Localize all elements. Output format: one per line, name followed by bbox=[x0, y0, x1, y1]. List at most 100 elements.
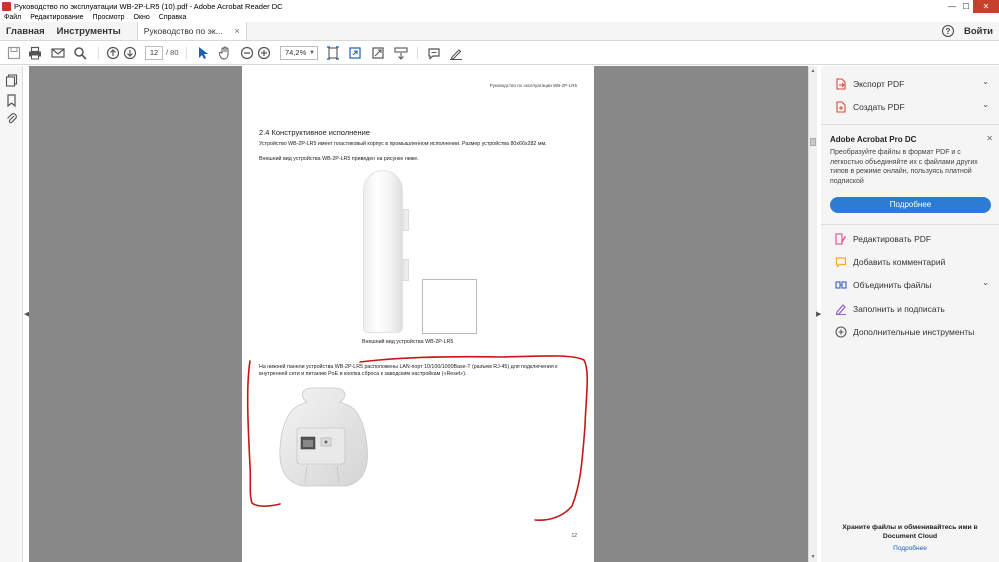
maximize-button[interactable]: ☐ bbox=[959, 0, 973, 13]
menu-help[interactable]: Справка bbox=[155, 14, 191, 21]
window-title: Руководство по эксплуатации WB-2P-LR5 (1… bbox=[14, 2, 283, 11]
document-cloud-text: Храните файлы и обменивайтесь ими в Docu… bbox=[821, 524, 999, 541]
cloud-text-line1: Храните файлы и обменивайтесь ими в bbox=[842, 524, 978, 531]
page-number-input[interactable]: 12 bbox=[145, 46, 163, 60]
minimize-button[interactable]: — bbox=[945, 0, 959, 13]
tool-create-pdf-label: Создать PDF bbox=[853, 102, 905, 112]
page-thumbnails-icon[interactable] bbox=[5, 74, 18, 87]
zoom-in-icon[interactable] bbox=[256, 45, 272, 61]
tool-edit-pdf-label: Редактировать PDF bbox=[853, 234, 932, 244]
device-mount-top bbox=[403, 209, 409, 231]
pane-divider bbox=[821, 124, 999, 125]
create-pdf-icon bbox=[835, 101, 847, 113]
sign-icon bbox=[835, 303, 847, 315]
tools-pane: Экспорт PDF ⌄ Создать PDF ⌄ Adobe Acroba… bbox=[821, 66, 999, 562]
chevron-down-icon: ▼ bbox=[309, 50, 315, 56]
device-front-image bbox=[363, 170, 409, 333]
paragraph-size: Устройство WB-2P-LR5 имеет пластиковый к… bbox=[259, 141, 547, 147]
zoom-out-icon[interactable] bbox=[239, 45, 255, 61]
select-cursor-icon[interactable] bbox=[195, 45, 211, 61]
tool-export-pdf[interactable]: Экспорт PDF bbox=[835, 78, 904, 90]
page-number: 12 bbox=[571, 533, 577, 539]
fullscreen-icon[interactable] bbox=[370, 45, 386, 61]
toolbar: 12 / 80 74,2% ▼ bbox=[0, 41, 999, 65]
tool-fill-sign[interactable]: Заполнить и подписать bbox=[835, 303, 945, 315]
tab-home[interactable]: Главная bbox=[0, 22, 51, 40]
toolbar-divider bbox=[417, 47, 418, 59]
cloud-text-line2: Document Cloud bbox=[882, 532, 938, 540]
more-tools-icon bbox=[835, 326, 847, 338]
promo-close-icon[interactable]: ✕ bbox=[986, 134, 993, 143]
section-title: 2.4 Конструктивное исполнение bbox=[259, 128, 370, 137]
menu-bar: Файл Редактирование Просмотр Окно Справк… bbox=[0, 13, 999, 22]
left-navigation-pane bbox=[0, 66, 23, 562]
comment-tool-icon[interactable] bbox=[426, 45, 442, 61]
promo-title: Adobe Acrobat Pro DC bbox=[830, 135, 917, 144]
promo-text: Преобразуйте файлы в формат PDF и с легк… bbox=[830, 149, 978, 185]
toolbar-divider bbox=[98, 47, 99, 59]
paragraph-appearance: Внешний вид устройства WB-2P-LR5 приведе… bbox=[259, 156, 419, 162]
tab-document[interactable]: Руководство по эк... × bbox=[136, 22, 247, 40]
email-icon[interactable] bbox=[50, 45, 66, 61]
draw-tool-icon[interactable] bbox=[448, 45, 464, 61]
save-icon[interactable] bbox=[6, 45, 22, 61]
export-pdf-icon bbox=[835, 78, 847, 90]
tool-more-tools[interactable]: Дополнительные инструменты bbox=[835, 326, 974, 338]
image-placeholder bbox=[422, 279, 477, 334]
tool-more-tools-label: Дополнительные инструменты bbox=[853, 327, 975, 337]
tool-create-pdf[interactable]: Создать PDF bbox=[835, 101, 905, 113]
zoom-value: 74,2% bbox=[285, 48, 307, 57]
menu-view[interactable]: Просмотр bbox=[89, 14, 130, 21]
fit-page-icon[interactable] bbox=[325, 45, 341, 61]
comment-icon bbox=[835, 256, 847, 268]
promo-learn-more-button[interactable]: Подробнее bbox=[830, 197, 991, 213]
close-tab-icon[interactable]: × bbox=[235, 26, 240, 36]
rotate-view-icon[interactable] bbox=[347, 45, 363, 61]
scroll-up-icon[interactable]: ▲ bbox=[809, 68, 817, 74]
zoom-select[interactable]: 74,2% ▼ bbox=[280, 46, 318, 60]
pdf-page: Руководство по эксплуатации WB-2P-LR5 2.… bbox=[242, 66, 594, 562]
search-icon[interactable] bbox=[72, 45, 88, 61]
next-page-icon[interactable] bbox=[122, 45, 138, 61]
paragraph-bottom-panel: На нижней панели устройства WB-2P-LR5 ра… bbox=[259, 364, 558, 377]
attachment-icon[interactable] bbox=[5, 112, 18, 125]
menu-window[interactable]: Окно bbox=[130, 14, 155, 21]
tool-export-pdf-label: Экспорт PDF bbox=[853, 79, 905, 89]
scrollbar-thumb[interactable] bbox=[810, 138, 816, 146]
tool-add-comment[interactable]: Добавить комментарий bbox=[835, 256, 945, 268]
figure-caption: Внешний вид устройства WB-2P-LR5 bbox=[362, 339, 454, 345]
hand-tool-icon[interactable] bbox=[217, 45, 233, 61]
print-icon[interactable] bbox=[27, 45, 43, 61]
menu-edit[interactable]: Редактирование bbox=[26, 14, 88, 21]
window-controls: — ☐ ✕ bbox=[945, 0, 999, 13]
page-total: / 80 bbox=[166, 48, 179, 57]
help-icon[interactable]: ? bbox=[942, 25, 954, 37]
tab-tools[interactable]: Инструменты bbox=[51, 22, 127, 40]
edit-pdf-icon bbox=[835, 233, 847, 245]
tool-fill-sign-label: Заполнить и подписать bbox=[853, 304, 945, 314]
chevron-down-icon[interactable]: ⌄ bbox=[982, 77, 989, 86]
tool-combine-files-label: Объединить файлы bbox=[853, 280, 932, 290]
document-tab-label: Руководство по эк... bbox=[143, 26, 223, 36]
cloud-learn-more-link[interactable]: Подробнее bbox=[821, 545, 999, 552]
tool-add-comment-label: Добавить комментарий bbox=[853, 257, 946, 267]
menu-file[interactable]: Файл bbox=[0, 14, 26, 21]
chevron-down-icon[interactable]: ⌄ bbox=[982, 100, 989, 109]
device-bottom-image bbox=[279, 387, 368, 487]
pane-divider bbox=[821, 224, 999, 225]
toolbar-divider bbox=[186, 47, 187, 59]
tool-combine-files[interactable]: Объединить файлы bbox=[835, 279, 931, 291]
document-view[interactable]: Руководство по эксплуатации WB-2P-LR5 2.… bbox=[29, 66, 808, 562]
close-window-button[interactable]: ✕ bbox=[973, 0, 999, 13]
chevron-down-icon[interactable]: ⌄ bbox=[982, 278, 989, 287]
scroll-down-icon[interactable]: ▼ bbox=[809, 554, 817, 560]
bookmark-icon[interactable] bbox=[5, 94, 18, 108]
tool-edit-pdf[interactable]: Редактировать PDF bbox=[835, 233, 931, 245]
scroll-mode-icon[interactable] bbox=[393, 45, 409, 61]
page-header: Руководство по эксплуатации WB-2P-LR5 bbox=[489, 83, 577, 88]
signin-button[interactable]: Войти bbox=[964, 26, 993, 37]
prev-page-icon[interactable] bbox=[105, 45, 121, 61]
tab-bar: Главная Инструменты Руководство по эк...… bbox=[0, 22, 999, 41]
acrobat-app-icon bbox=[2, 2, 11, 11]
combine-icon bbox=[835, 279, 847, 291]
